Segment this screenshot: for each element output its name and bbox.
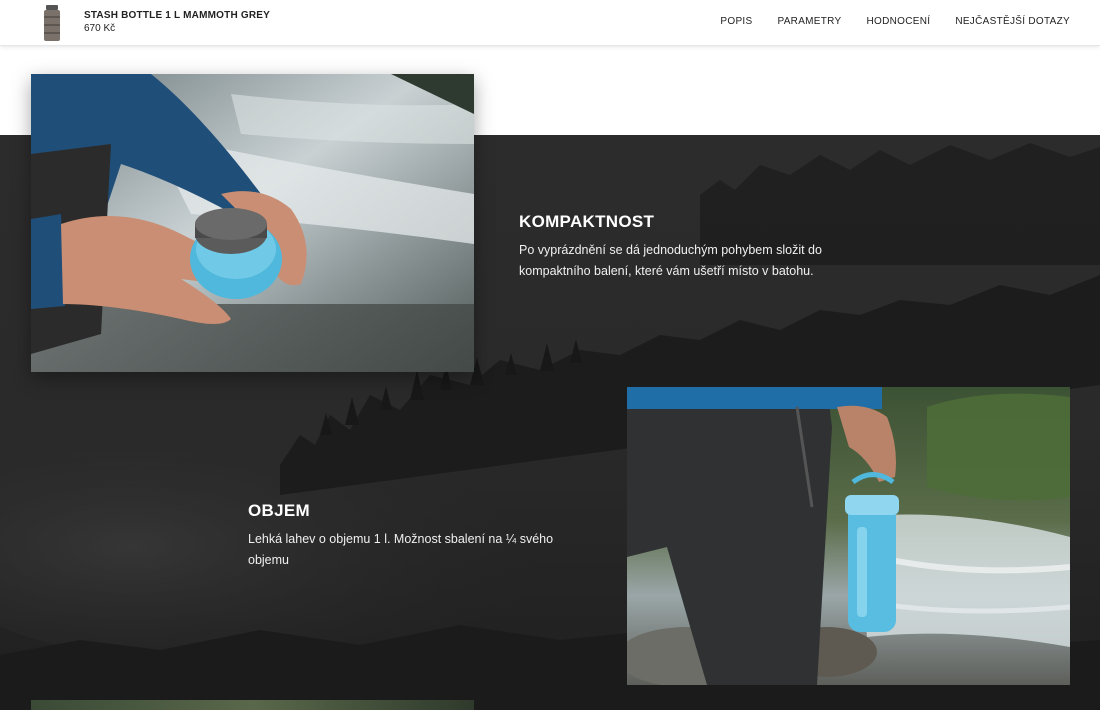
product-sticky-header: STASH BOTTLE 1 L MAMMOTH GREY 670 Kč POP… bbox=[0, 0, 1100, 46]
nav-parametry[interactable]: PARAMETRY bbox=[777, 16, 841, 27]
section-nav: POPIS PARAMETRY HODNOCENÍ NEJČASTĚJŠÍ DO… bbox=[720, 16, 1070, 27]
feature-title: KOMPAKTNOST bbox=[519, 212, 655, 231]
feature-compactness: KOMPAKTNOST Po vyprázdnění se dá jednodu… bbox=[519, 212, 839, 282]
feature-description: Po vyprázdnění se dá jednoduchým pohybem… bbox=[519, 243, 822, 278]
feature-volume: OBJEM Lehká lahev o objemu 1 l. Možnost … bbox=[248, 501, 568, 571]
feature-title: OBJEM bbox=[248, 501, 310, 520]
feature-description: Lehká lahev o objemu 1 l. Možnost sbalen… bbox=[248, 532, 554, 567]
next-feature-photo bbox=[31, 700, 474, 710]
nav-popis[interactable]: POPIS bbox=[720, 16, 752, 27]
nav-hodnoceni[interactable]: HODNOCENÍ bbox=[866, 16, 930, 27]
product-thumbnail[interactable] bbox=[42, 4, 62, 42]
product-price: 670 Kč bbox=[84, 23, 116, 34]
compact-bottle-photo bbox=[31, 74, 474, 372]
product-name: STASH BOTTLE 1 L MAMMOTH GREY bbox=[84, 10, 270, 21]
nav-dotazy[interactable]: NEJČASTĚJŠÍ DOTAZY bbox=[955, 16, 1070, 27]
volume-bottle-photo bbox=[627, 387, 1070, 685]
